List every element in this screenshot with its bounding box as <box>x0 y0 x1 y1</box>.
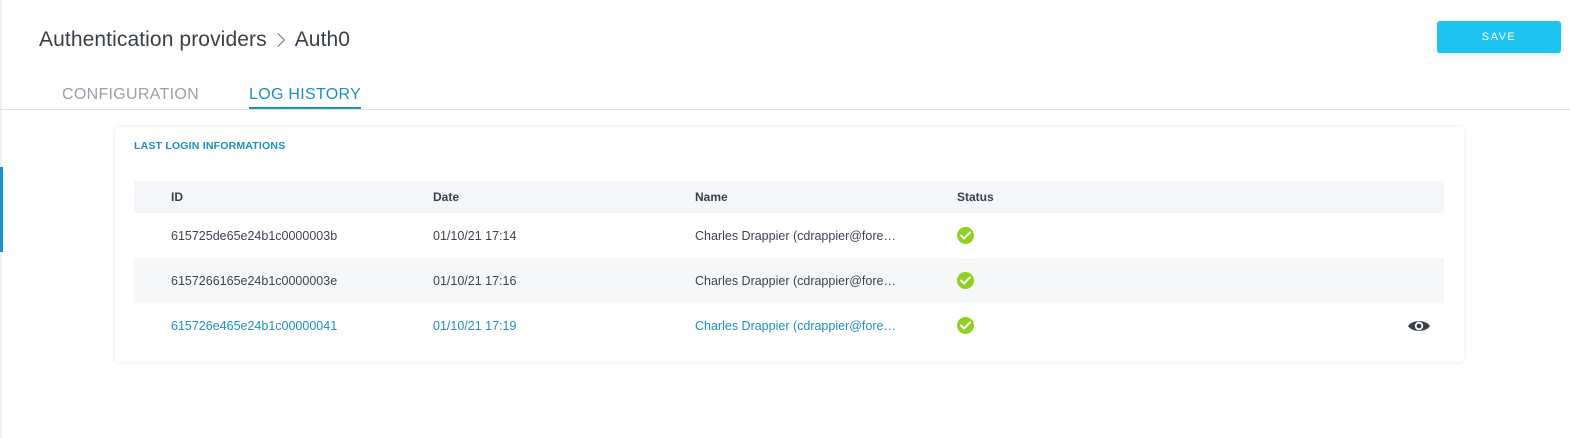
row-name: Charles Drappier (cdrappier@fore… <box>695 318 896 333</box>
row-date: 01/10/21 17:19 <box>433 318 517 333</box>
tab-log-history[interactable]: LOG HISTORY <box>249 84 362 109</box>
row-name: Charles Drappier (cdrappier@fore… <box>695 273 896 288</box>
row-date: 01/10/21 17:14 <box>433 228 517 243</box>
chevron-right-icon <box>270 32 285 48</box>
tab-configuration[interactable]: CONFIGURATION <box>62 84 199 109</box>
tab-bar: CONFIGURATION LOG HISTORY <box>0 84 1570 110</box>
check-circle-icon <box>957 227 974 244</box>
row-action <box>1406 303 1432 348</box>
row-name: Charles Drappier (cdrappier@fore… <box>695 228 896 243</box>
breadcrumb-parent[interactable]: Authentication providers <box>39 28 267 52</box>
table-header: ID Date Name Status <box>134 181 1444 213</box>
eye-icon[interactable] <box>1406 313 1432 339</box>
sidebar-active-indicator <box>0 167 3 252</box>
breadcrumb-current: Auth0 <box>294 28 351 51</box>
row-status <box>957 213 974 258</box>
row-id: 615726e465e24b1c00000041 <box>171 318 338 333</box>
check-circle-icon <box>957 317 974 334</box>
column-header-status: Status <box>957 190 994 204</box>
row-date: 01/10/21 17:16 <box>433 273 517 288</box>
table-row[interactable]: 615725de65e24b1c0000003b 01/10/21 17:14 … <box>134 213 1444 258</box>
column-header-id: ID <box>171 190 183 204</box>
card-title: LAST LOGIN INFORMATIONS <box>134 140 286 152</box>
row-status <box>957 258 974 303</box>
breadcrumb: Authentication providers Auth0 <box>39 26 350 54</box>
column-header-date: Date <box>433 190 460 204</box>
row-id: 6157266165e24b1c0000003e <box>171 273 338 288</box>
check-circle-icon <box>957 272 974 289</box>
save-button[interactable]: SAVE <box>1437 21 1561 53</box>
row-status <box>957 303 974 348</box>
table-row[interactable]: 6157266165e24b1c0000003e 01/10/21 17:16 … <box>134 258 1444 303</box>
table-row[interactable]: 615726e465e24b1c00000041 01/10/21 17:19 … <box>134 303 1444 348</box>
login-table: ID Date Name Status 615725de65e24b1c0000… <box>134 181 1444 348</box>
column-header-name: Name <box>695 190 728 204</box>
row-id: 615725de65e24b1c0000003b <box>171 228 338 243</box>
last-login-card: LAST LOGIN INFORMATIONS ID Date Name Sta… <box>115 127 1464 362</box>
